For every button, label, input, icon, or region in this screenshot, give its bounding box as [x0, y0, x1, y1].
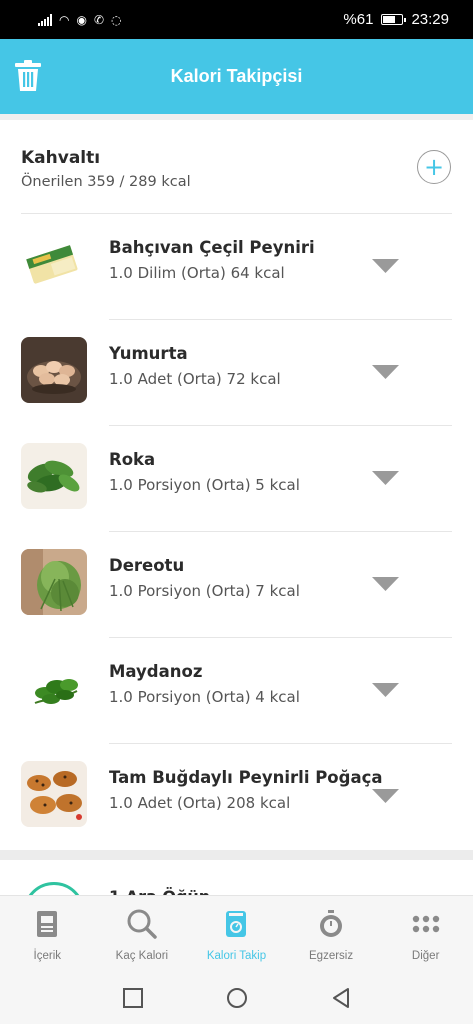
bottom-navigation: İçerik Kaç Kalori Kalori Takip Egzersiz	[0, 895, 473, 971]
wifi-icon: ◠	[59, 12, 70, 27]
food-name: Maydanoz	[109, 662, 203, 681]
food-portion: 1.0 Porsiyon (Orta) 4 kcal	[109, 688, 300, 706]
food-thumbnail-dill	[21, 549, 87, 615]
trash-icon	[15, 60, 41, 91]
whatsapp-icon: ◌	[111, 12, 122, 27]
food-portion: 1.0 Porsiyon (Orta) 5 kcal	[109, 476, 300, 494]
food-name: Tam Buğdaylı Peynirli Poğaça	[109, 768, 383, 787]
divider	[0, 850, 473, 860]
food-portion: 1.0 Adet (Orta) 208 kcal	[109, 794, 291, 812]
food-name: Bahçıvan Çeçil Peyniri	[109, 238, 315, 257]
food-portion: 1.0 Dilim (Orta) 64 kcal	[109, 264, 285, 282]
meal-calorie-summary: Önerilen 359 / 289 kcal	[21, 174, 191, 190]
stopwatch-icon	[320, 910, 343, 937]
food-thumbnail-cheese	[21, 231, 87, 297]
chevron-down-icon[interactable]	[372, 365, 399, 379]
battery-icon	[381, 14, 407, 25]
meal-card-breakfast: Kahvaltı Önerilen 359 / 289 kcal + Bahçı…	[0, 120, 473, 850]
meal-title: Kahvaltı	[21, 148, 101, 168]
nav-label: Diğer	[411, 950, 440, 962]
nav-item-content[interactable]: İçerik	[0, 896, 95, 971]
nav-item-calorie-tracker[interactable]: Kalori Takip	[189, 896, 284, 971]
food-row[interactable]: Bahçıvan Çeçil Peyniri 1.0 Dilim (Orta) …	[0, 214, 473, 320]
signal-icon	[38, 13, 52, 26]
food-name: Roka	[109, 450, 156, 469]
chevron-down-icon[interactable]	[372, 259, 399, 273]
missed-call-icon: ✆	[93, 12, 105, 27]
clock: 23:29	[411, 11, 449, 28]
add-food-button[interactable]: +	[417, 150, 451, 184]
status-bar: ◠ ◉ ✆ ◌ %61 23:29	[0, 0, 473, 39]
food-portion: 1.0 Adet (Orta) 72 kcal	[109, 370, 281, 388]
battery-percent: %61	[343, 11, 374, 28]
food-name: Dereotu	[109, 556, 185, 575]
chevron-down-icon[interactable]	[372, 789, 399, 803]
search-icon	[127, 909, 157, 939]
page-title: Kalori Takipçisi	[170, 66, 303, 86]
nav-item-calorie-search[interactable]: Kaç Kalori	[95, 896, 190, 971]
status-icons: ◠ ◉ ✆ ◌	[38, 13, 122, 26]
chevron-down-icon[interactable]	[372, 471, 399, 485]
food-thumbnail-arugula	[21, 443, 87, 509]
scale-icon	[226, 911, 247, 937]
nav-item-other[interactable]: Diğer	[378, 896, 473, 971]
food-thumbnail-egg	[21, 337, 87, 403]
plus-icon: +	[423, 153, 445, 181]
chevron-down-icon[interactable]	[372, 683, 399, 697]
food-row[interactable]: Roka 1.0 Porsiyon (Orta) 5 kcal	[0, 426, 473, 532]
nav-label: İçerik	[33, 950, 62, 962]
food-name: Yumurta	[109, 344, 188, 363]
chevron-down-icon[interactable]	[372, 577, 399, 591]
eye-icon: ◉	[76, 12, 87, 27]
grid-dots-icon	[412, 915, 439, 933]
food-row[interactable]: Dereotu 1.0 Porsiyon (Orta) 7 kcal	[0, 532, 473, 638]
food-thumbnail-pastry	[21, 761, 87, 827]
home-button[interactable]	[226, 987, 248, 1009]
food-row[interactable]: Yumurta 1.0 Adet (Orta) 72 kcal	[0, 320, 473, 426]
nav-label: Egzersiz	[309, 950, 354, 962]
document-icon	[37, 911, 58, 937]
nav-label: Kaç Kalori	[115, 950, 169, 962]
trash-button[interactable]	[12, 59, 44, 93]
food-portion: 1.0 Porsiyon (Orta) 7 kcal	[109, 582, 300, 600]
food-row[interactable]: Tam Buğdaylı Peynirli Poğaça 1.0 Adet (O…	[0, 744, 473, 850]
back-button[interactable]	[330, 987, 352, 1009]
app-bar: Kalori Takipçisi	[0, 39, 473, 114]
system-navigation-bar	[0, 971, 473, 1024]
meal-header: Kahvaltı Önerilen 359 / 289 kcal +	[21, 120, 452, 214]
recent-apps-button[interactable]	[122, 987, 144, 1009]
nav-item-exercise[interactable]: Egzersiz	[284, 896, 379, 971]
food-thumbnail-parsley	[21, 655, 87, 721]
food-row[interactable]: Maydanoz 1.0 Porsiyon (Orta) 4 kcal	[0, 638, 473, 744]
nav-label: Kalori Takip	[206, 950, 267, 962]
